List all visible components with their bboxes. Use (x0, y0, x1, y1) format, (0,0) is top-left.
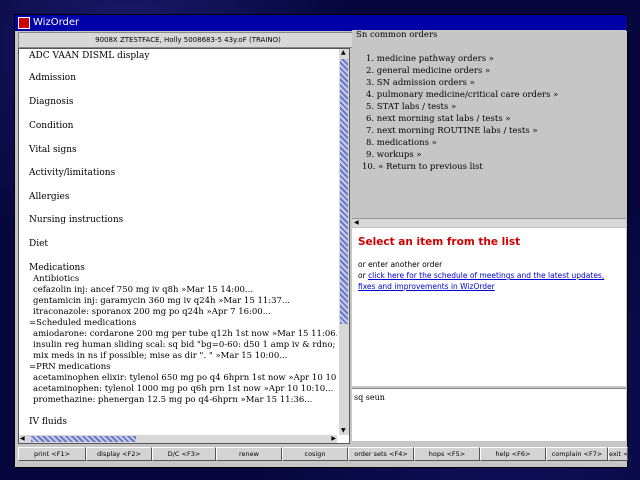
order-entry-area[interactable] (352, 388, 626, 441)
section-nursing-instructions[interactable]: Nursing instructions (29, 215, 123, 225)
common-orders-panel: Sn common orders 1. medicine pathway ord… (352, 30, 626, 216)
med-line[interactable]: acetaminophen elixir: tylenol 650 mg po … (33, 373, 337, 383)
order-option[interactable]: 1. medicine pathway orders » (366, 54, 494, 64)
med-line[interactable]: mix meds in ns if possible; mise as dir … (33, 351, 287, 361)
vertical-scroll-thumb[interactable] (340, 59, 348, 324)
horizontal-scrollbar[interactable]: ◀ ▶ (19, 435, 337, 443)
med-group-scheduled: =Scheduled medications (29, 318, 137, 328)
order-option[interactable]: 6. next morning stat labs / tests » (366, 114, 511, 124)
section-diagnosis[interactable]: Diagnosis (29, 97, 74, 107)
section-condition[interactable]: Condition (29, 121, 73, 131)
section-admission[interactable]: Admission (29, 73, 76, 83)
med-line[interactable]: gentamicin inj: garamycin 360 mg iv q24h… (33, 296, 290, 306)
help-button[interactable]: help <F6> (480, 447, 546, 461)
select-item-prompt: Select an item from the list (358, 236, 521, 248)
med-line[interactable]: cefazolin inj: ancef 750 mg iv q8h »Mar … (33, 285, 253, 295)
order-option[interactable]: 8. medications » (366, 138, 437, 148)
order-entry-input[interactable] (354, 391, 604, 403)
med-line[interactable]: acetaminophen: tylenol 1000 mg po q6h pr… (33, 384, 333, 394)
title-bar[interactable]: WizOrder (15, 15, 627, 31)
scroll-right-arrow-icon[interactable]: ▶ (331, 435, 336, 443)
horizontal-scroll-thumb[interactable] (31, 436, 136, 442)
app-icon (18, 17, 30, 29)
section-activity[interactable]: Activity/limitations (29, 168, 115, 178)
med-line[interactable]: promethazine: phenergan 12.5 mg po q4-6h… (33, 395, 312, 405)
instruction-panel: Select an item from the list or enter an… (352, 228, 626, 386)
common-orders-title: Sn common orders (356, 30, 438, 40)
section-vital-signs[interactable]: Vital signs (29, 145, 77, 155)
med-line[interactable]: insulin reg human sliding scal: sq bid "… (33, 340, 337, 350)
med-line[interactable]: amiodarone: cordarone 200 mg per tube q1… (33, 329, 337, 339)
section-iv-fluids[interactable]: IV fluids (29, 417, 67, 427)
exit-button[interactable]: exit <F8> (608, 447, 628, 461)
scroll-left-arrow-icon[interactable]: ◀ (20, 435, 25, 443)
updates-link[interactable]: click here for the schedule of meetings … (358, 271, 604, 291)
window-title: WizOrder (33, 17, 80, 28)
complain-button[interactable]: complain <F7> (546, 447, 608, 461)
med-line[interactable]: itraconazole: sporanox 200 mg po q24h »A… (33, 307, 271, 317)
print-button[interactable]: print <F1> (18, 447, 86, 461)
scroll-up-arrow-icon[interactable]: ▲ (341, 49, 346, 57)
order-option[interactable]: 3. SN admission orders » (366, 78, 475, 88)
order-option[interactable]: 5. STAT labs / tests » (366, 102, 456, 112)
updates-hint: or click here for the schedule of meetin… (358, 270, 624, 292)
dc-button[interactable]: D/C <F3> (152, 447, 216, 461)
order-summary-content: ADC VAAN DISML display Admission Diagnos… (19, 49, 337, 435)
section-medications[interactable]: Medications (29, 263, 85, 273)
med-group-antibiotics: Antibiotics (33, 274, 80, 284)
cosign-button[interactable]: cosign (282, 447, 348, 461)
order-option[interactable]: 9. workups » (366, 150, 422, 160)
scroll-left-arrow-icon[interactable]: ◀ (354, 219, 359, 227)
section-allergies[interactable]: Allergies (29, 192, 69, 202)
vertical-scrollbar[interactable]: ▲ ▼ (339, 49, 349, 435)
patient-header: 9008X ZTESTFACE, Holly 5008683-5 43y.oF … (18, 32, 358, 48)
order-option[interactable]: 4. pulmonary medicine/critical care orde… (366, 90, 558, 100)
common-orders-hscrollbar[interactable]: ◀ (352, 218, 626, 227)
section-header-title[interactable]: ADC VAAN DISML display (29, 51, 149, 61)
med-group-prn: =PRN medications (29, 362, 111, 372)
renew-button[interactable]: renew (216, 447, 282, 461)
section-diet[interactable]: Diet (29, 239, 48, 249)
order-option[interactable]: 7. next morning ROUTINE labs / tests » (366, 126, 538, 136)
enter-order-hint: or enter another order (358, 260, 443, 269)
return-option[interactable]: 10. « Return to previous list (362, 162, 483, 172)
order-sets-button[interactable]: order sets <F4> (348, 447, 414, 461)
or-prefix: or (358, 271, 369, 280)
order-option[interactable]: 2. general medicine orders » (366, 66, 490, 76)
order-summary-panel: ADC VAAN DISML display Admission Diagnos… (18, 48, 350, 444)
hops-button[interactable]: hops <F5> (414, 447, 480, 461)
scroll-down-arrow-icon[interactable]: ▼ (341, 427, 346, 435)
display-button[interactable]: display <F2> (86, 447, 152, 461)
